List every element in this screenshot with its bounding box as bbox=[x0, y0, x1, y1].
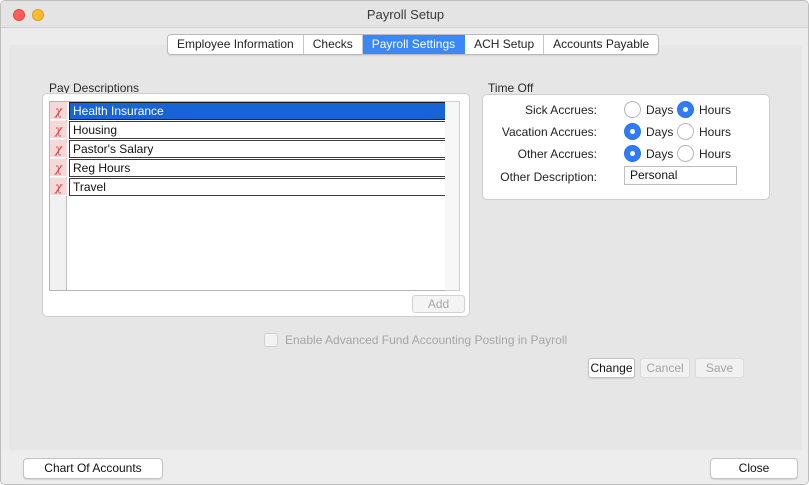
tab-employee-information[interactable]: Employee Information bbox=[168, 35, 304, 54]
sick-accrues-label: Sick Accrues: bbox=[524, 103, 597, 117]
window-title: Payroll Setup bbox=[366, 7, 445, 22]
time-off-panel: Sick Accrues: Days Hours Vacation Accrue… bbox=[482, 94, 770, 200]
tab-checks[interactable]: Checks bbox=[303, 35, 363, 54]
sick-hours-label: Hours bbox=[699, 103, 732, 117]
delete-icon[interactable]: χ bbox=[50, 178, 67, 196]
other-hours-radio[interactable] bbox=[677, 145, 694, 162]
title-bar: Payroll Setup bbox=[1, 1, 808, 28]
sick-hours-radio[interactable] bbox=[677, 101, 694, 118]
list-item[interactable]: χ Travel bbox=[50, 178, 454, 196]
fund-accounting-checkbox[interactable] bbox=[264, 333, 278, 347]
sick-days-label: Days bbox=[646, 103, 674, 117]
tab-payroll-settings[interactable]: Payroll Settings bbox=[362, 35, 466, 54]
list-item[interactable]: χ Health Insurance bbox=[50, 102, 454, 120]
cancel-button[interactable]: Cancel bbox=[640, 358, 690, 378]
close-button[interactable]: Close bbox=[710, 458, 798, 479]
other-hours-label: Hours bbox=[699, 147, 732, 161]
list-scrollbar[interactable] bbox=[445, 101, 460, 291]
vacation-hours-radio[interactable] bbox=[677, 123, 694, 140]
other-days-radio[interactable] bbox=[624, 145, 641, 162]
change-button[interactable]: Change bbox=[588, 358, 635, 378]
vacation-days-radio[interactable] bbox=[624, 123, 641, 140]
sick-days-radio[interactable] bbox=[624, 101, 641, 118]
delete-icon[interactable]: χ bbox=[50, 140, 67, 158]
pay-description-label[interactable]: Travel bbox=[69, 178, 449, 196]
other-description-label: Other Description: bbox=[500, 170, 597, 184]
save-button[interactable]: Save bbox=[695, 358, 744, 378]
time-off-header: Time Off bbox=[488, 81, 534, 95]
vacation-accrues-label: Vacation Accrues: bbox=[501, 125, 597, 139]
payroll-setup-window: Payroll Setup Employee Information Check… bbox=[0, 0, 809, 485]
tab-ach-setup[interactable]: ACH Setup bbox=[465, 35, 545, 54]
delete-icon[interactable]: χ bbox=[50, 102, 67, 120]
vacation-days-label: Days bbox=[646, 125, 674, 139]
delete-icon[interactable]: χ bbox=[50, 159, 67, 177]
list-item[interactable]: χ Pastor's Salary bbox=[50, 140, 454, 158]
pay-description-label[interactable]: Housing bbox=[69, 121, 449, 139]
add-button[interactable]: Add bbox=[412, 295, 465, 313]
fund-accounting-label: Enable Advanced Fund Accounting Posting … bbox=[285, 333, 568, 347]
pay-description-label[interactable]: Pastor's Salary bbox=[69, 140, 449, 158]
other-days-label: Days bbox=[646, 147, 674, 161]
delete-icon[interactable]: χ bbox=[50, 121, 67, 139]
pay-descriptions-list: χ Health Insurance χ Housing χ Pastor's … bbox=[49, 101, 453, 291]
tab-bar: Employee Information Checks Payroll Sett… bbox=[167, 34, 660, 55]
chart-of-accounts-button[interactable]: Chart Of Accounts bbox=[23, 458, 163, 479]
pay-description-label[interactable]: Health Insurance bbox=[69, 102, 449, 120]
other-accrues-label: Other Accrues: bbox=[517, 147, 597, 161]
pay-descriptions-panel: χ Health Insurance χ Housing χ Pastor's … bbox=[42, 93, 470, 317]
tab-accounts-payable[interactable]: Accounts Payable bbox=[544, 35, 659, 54]
list-item[interactable]: χ Housing bbox=[50, 121, 454, 139]
other-description-field[interactable]: Personal bbox=[624, 166, 737, 185]
vacation-hours-label: Hours bbox=[699, 125, 732, 139]
pay-description-label[interactable]: Reg Hours bbox=[69, 159, 449, 177]
list-item[interactable]: χ Reg Hours bbox=[50, 159, 454, 177]
